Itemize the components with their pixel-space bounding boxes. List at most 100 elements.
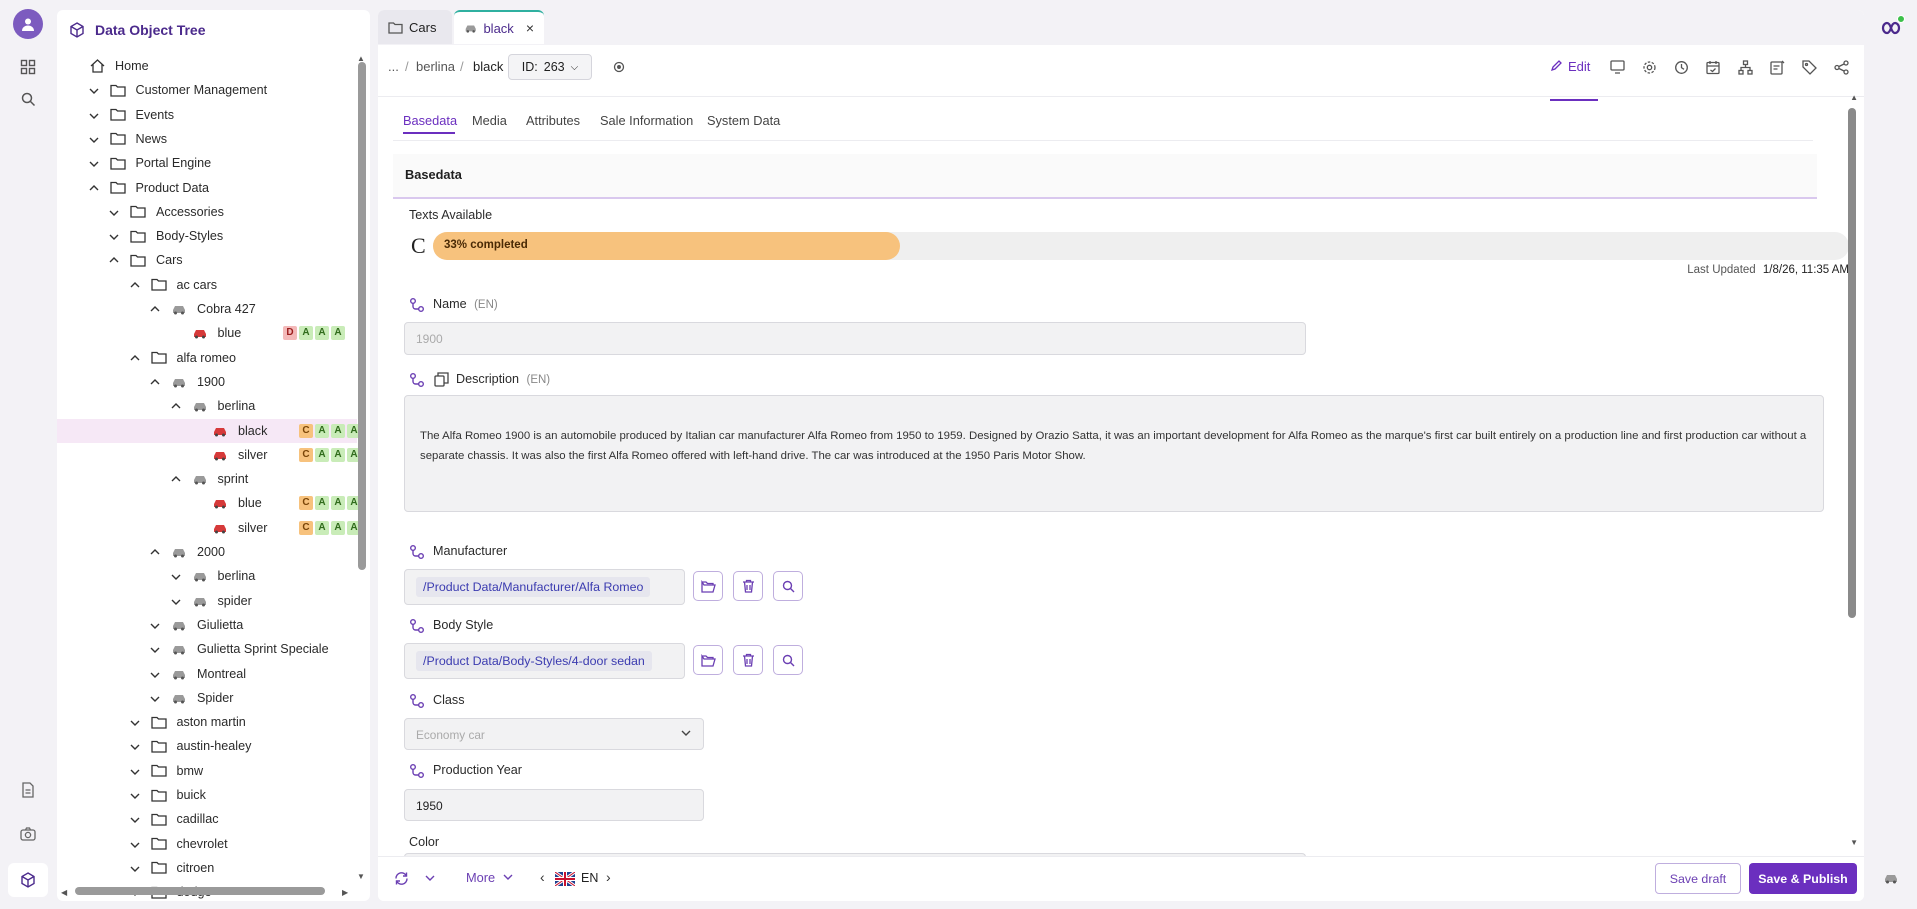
description-textarea[interactable]: The Alfa Romeo 1900 is an automobile pro… — [404, 395, 1824, 512]
tree-horizontal-scrollbar[interactable] — [75, 887, 325, 895]
tree-scroll-left[interactable]: ◀ — [61, 888, 67, 897]
tree-item[interactable]: Spider — [57, 686, 357, 710]
tree-item[interactable]: News — [57, 127, 357, 151]
chevron-up-icon[interactable] — [147, 544, 163, 560]
subtab-basedata[interactable]: Basedata — [403, 113, 457, 128]
search-icon[interactable] — [14, 85, 42, 113]
dependencies-icon[interactable] — [1736, 58, 1754, 76]
chevron-down-icon[interactable] — [147, 666, 163, 682]
tree-item[interactable]: Montreal — [57, 662, 357, 686]
inheritance-icon[interactable] — [409, 372, 425, 388]
tree-item[interactable]: alfa romeo — [57, 346, 357, 370]
tag-icon[interactable] — [1800, 58, 1818, 76]
close-tab-icon[interactable]: × — [526, 20, 534, 36]
tree-item[interactable]: 2000 — [57, 540, 357, 564]
chevron-up-icon[interactable] — [168, 471, 184, 487]
data-objects-icon[interactable] — [8, 863, 48, 897]
object-id-selector[interactable]: ID: 263 ⌵ — [508, 54, 592, 80]
grid-icon[interactable] — [14, 53, 42, 81]
tree-item[interactable]: spider — [57, 589, 357, 613]
share-icon[interactable] — [1832, 58, 1850, 76]
tree-item[interactable]: blue D A A A — [57, 321, 357, 345]
open-folder-button[interactable] — [693, 571, 723, 601]
body-style-relation-field[interactable]: /Product Data/Body-Styles/4-door sedan — [404, 643, 685, 679]
tree-item[interactable]: Cobra 427 — [57, 297, 357, 321]
chevron-down-icon[interactable] — [147, 690, 163, 706]
tree-item[interactable]: aston martin — [57, 710, 357, 734]
chevron-up-icon[interactable] — [106, 252, 122, 268]
notes-icon[interactable] — [1768, 58, 1786, 76]
tree-item[interactable]: citroen — [57, 856, 357, 880]
chevron-down-icon[interactable] — [106, 228, 122, 244]
tree-item[interactable]: Product Data — [57, 176, 357, 200]
production-year-input[interactable]: 1950 — [404, 789, 704, 821]
chevron-up-icon[interactable] — [86, 180, 102, 196]
tree-item[interactable]: Body-Styles — [57, 224, 357, 248]
inheritance-icon[interactable] — [409, 297, 425, 313]
chevron-up-icon[interactable] — [127, 350, 143, 366]
chevron-down-icon[interactable] — [86, 155, 102, 171]
delete-button[interactable] — [733, 645, 763, 675]
tree-item[interactable]: 1900 — [57, 370, 357, 394]
camera-icon[interactable] — [14, 820, 42, 848]
chevron-down-icon[interactable] — [127, 811, 143, 827]
class-select[interactable]: Economy car — [404, 718, 704, 750]
subtab-media[interactable]: Media — [472, 113, 507, 128]
chevron-down-icon[interactable] — [127, 763, 143, 779]
subtab-attributes[interactable]: Attributes — [526, 113, 580, 128]
chevron-down-icon[interactable] — [127, 787, 143, 803]
chevron-up-icon[interactable] — [147, 374, 163, 390]
save-publish-button[interactable]: Save & Publish — [1749, 863, 1857, 894]
tree-vertical-scrollbar[interactable] — [358, 62, 366, 570]
next-language-icon[interactable]: › — [606, 869, 611, 885]
subtab-system-data[interactable]: System Data — [707, 113, 780, 128]
breadcrumb-ellipsis[interactable]: ... — [388, 59, 399, 74]
tree-item[interactable]: Gulietta Sprint Speciale — [57, 637, 357, 661]
more-menu[interactable]: More — [466, 870, 513, 885]
history-icon[interactable] — [1672, 58, 1690, 76]
tree-item[interactable]: Customer Management — [57, 78, 357, 102]
language-label[interactable]: EN — [581, 871, 598, 885]
chevron-up-icon[interactable] — [168, 398, 184, 414]
tree-item[interactable]: austin-healey — [57, 734, 357, 758]
delete-button[interactable] — [733, 571, 763, 601]
chevron-up-icon[interactable] — [147, 301, 163, 317]
tree-item[interactable]: Giulietta — [57, 613, 357, 637]
tree-scroll-up[interactable]: ▲ — [357, 54, 367, 63]
tree-item[interactable]: Events — [57, 103, 357, 127]
chevron-down-icon[interactable] — [127, 860, 143, 876]
tree-item[interactable]: Home — [57, 54, 357, 78]
edit-tab[interactable]: Edit — [1550, 54, 1598, 101]
chevron-up-icon[interactable] — [127, 277, 143, 293]
chevron-down-icon[interactable] — [86, 107, 102, 123]
locate-icon[interactable] — [610, 58, 628, 76]
inheritance-icon[interactable] — [409, 763, 425, 779]
tree-item[interactable]: silver C A A A — [57, 443, 361, 467]
copy-icon[interactable] — [434, 372, 449, 387]
inheritance-icon[interactable] — [409, 618, 425, 634]
manufacturer-relation-field[interactable]: /Product Data/Manufacturer/Alfa Romeo — [404, 569, 685, 605]
main-scroll-down[interactable]: ▼ — [1850, 838, 1858, 847]
tree-scroll-right[interactable]: ▶ — [342, 888, 348, 897]
tree-item[interactable]: cadillac — [57, 807, 357, 831]
chevron-down-icon[interactable] — [86, 82, 102, 98]
document-icon[interactable] — [14, 776, 42, 804]
tree-item[interactable]: buick — [57, 783, 357, 807]
body-style-relation-value[interactable]: /Product Data/Body-Styles/4-door sedan — [416, 651, 652, 671]
schedule-icon[interactable] — [1704, 58, 1722, 76]
tab-black[interactable]: black × — [454, 10, 544, 44]
user-avatar[interactable] — [13, 9, 43, 39]
tree-item[interactable]: silver C A A A — [57, 516, 361, 540]
tree-item[interactable]: berlina — [57, 564, 357, 588]
settings-icon[interactable] — [1640, 58, 1658, 76]
tree-item[interactable]: Accessories — [57, 200, 357, 224]
tree-item[interactable]: chevrolet — [57, 832, 357, 856]
tree-item[interactable]: Cars — [57, 248, 357, 272]
chevron-down-icon[interactable] — [147, 617, 163, 633]
name-input[interactable]: 1900 — [404, 322, 1306, 355]
chevron-down-icon[interactable] — [168, 593, 184, 609]
tree-item[interactable]: blue C A A A — [57, 491, 361, 515]
chevron-down-icon[interactable] — [127, 714, 143, 730]
breadcrumb-berlina[interactable]: berlina — [416, 59, 455, 74]
main-vertical-scrollbar[interactable] — [1848, 108, 1856, 618]
